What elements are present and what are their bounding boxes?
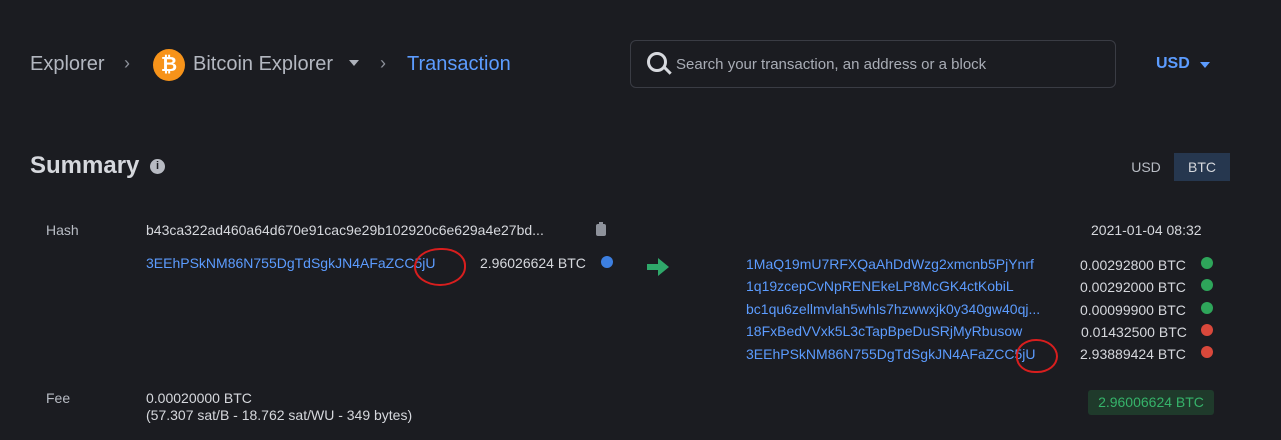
globe-icon[interactable] <box>1201 257 1213 269</box>
chevron-down-icon[interactable] <box>1200 62 1210 68</box>
output-address[interactable]: 3EEhPSkNM86N755DgTdSgkJN4AFaZCC5jU <box>746 346 1035 362</box>
transaction-date: 2021-01-04 08:32 <box>1091 222 1202 238</box>
info-icon[interactable]: i <box>150 159 165 174</box>
total-output-badge: 2.96006624 BTC <box>1088 390 1214 415</box>
output-address[interactable]: 1MaQ19mU7RFXQaAhDdWzg2xmcnb5PjYnrf <box>746 256 1034 272</box>
hash-label: Hash <box>46 222 79 238</box>
search-placeholder: Search your transaction, an address or a… <box>676 56 987 73</box>
clipboard-icon[interactable] <box>596 224 606 236</box>
breadcrumb-bitcoin-explorer[interactable]: Bitcoin Explorer <box>193 52 333 76</box>
unit-toggle-btc[interactable]: BTC <box>1174 153 1230 181</box>
breadcrumb-current: Transaction <box>407 53 511 75</box>
transaction-hash: b43ca322ad460a64d670e91cac9e29b102920c6e… <box>146 222 544 238</box>
chevron-down-icon[interactable] <box>349 60 359 66</box>
unit-toggle-usd[interactable]: USD <box>1118 153 1174 181</box>
breadcrumb-separator: › <box>124 53 130 73</box>
input-address[interactable]: 3EEhPSkNM86N755DgTdSgkJN4AFaZCC5jU <box>146 255 435 271</box>
page-title: Summary <box>30 152 140 179</box>
output-address[interactable]: 1q19zcepCvNpRENEkeLP8McGK4ctKobiL <box>746 278 1014 294</box>
output-amount: 2.93889424 BTC <box>1080 346 1186 362</box>
breadcrumb-separator: › <box>380 53 386 73</box>
currency-label: USD <box>1156 55 1190 72</box>
output-amount: 0.01432500 BTC <box>1081 324 1187 340</box>
globe-icon[interactable] <box>601 256 613 268</box>
bitcoin-logo-icon: ₿ <box>153 49 185 81</box>
annotation-circle <box>414 248 466 286</box>
annotation-circle <box>1016 339 1058 373</box>
globe-icon[interactable] <box>1201 302 1213 314</box>
input-amount: 2.96026624 BTC <box>480 255 586 271</box>
output-address[interactable]: bc1qu6zellmvlah5whls7hzwwxjk0y340gw40qj.… <box>746 301 1040 317</box>
breadcrumb-explorer[interactable]: Explorer <box>30 52 104 76</box>
fee-amount: 0.00020000 BTC <box>146 390 252 406</box>
globe-icon[interactable] <box>1201 279 1213 291</box>
output-address[interactable]: 18FxBedVVxk5L3cTapBpeDuSRjMyRbusow <box>746 323 1022 339</box>
currency-select[interactable]: USD <box>1156 55 1190 73</box>
fee-label: Fee <box>46 390 71 406</box>
clipboard-icon-clip <box>599 222 603 225</box>
output-amount: 0.00292800 BTC <box>1080 257 1186 273</box>
globe-icon[interactable] <box>1201 346 1213 358</box>
arrow-right-icon <box>647 258 669 276</box>
output-amount: 0.00099900 BTC <box>1080 302 1186 318</box>
globe-icon[interactable] <box>1201 324 1213 336</box>
output-amount: 0.00292000 BTC <box>1080 279 1186 295</box>
fee-detail: (57.307 sat/B - 18.762 sat/WU - 349 byte… <box>146 407 413 423</box>
